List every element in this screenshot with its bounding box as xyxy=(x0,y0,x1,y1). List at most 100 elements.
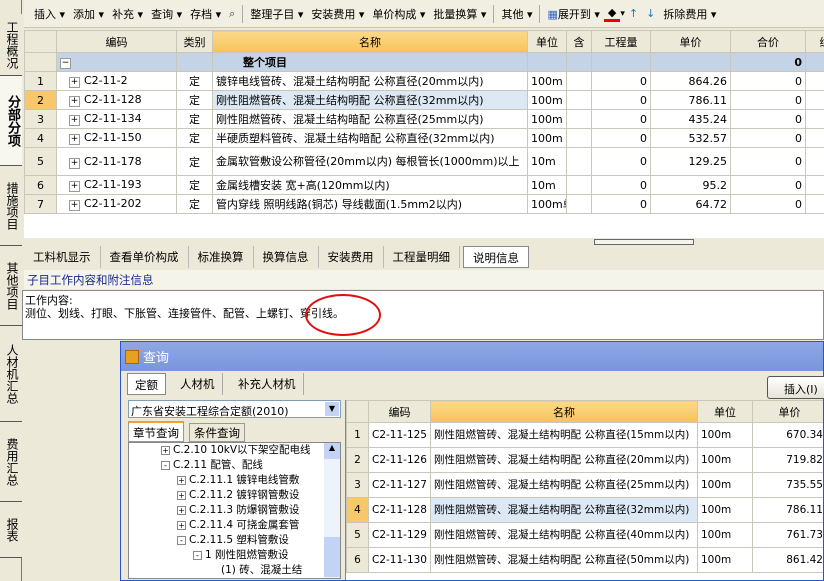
table-row[interactable]: 2 C2-11-126 刚性阻燃管砖、混凝土结构明配 公称直径(20mm以内) 100… xyxy=(346,447,823,473)
row-number[interactable]: 5 xyxy=(24,147,57,176)
expand-icon[interactable]: + xyxy=(177,506,186,515)
total-cell[interactable]: 0 xyxy=(730,147,806,176)
row-number[interactable]: 3 xyxy=(24,109,57,129)
expand-icon[interactable]: + xyxy=(69,157,80,169)
expand-icon[interactable]: + xyxy=(69,96,80,107)
expand-icon[interactable]: + xyxy=(69,181,80,192)
unit-cell[interactable]: 100m xyxy=(697,447,753,473)
price-cell[interactable]: 786.11 xyxy=(650,90,731,110)
code-cell[interactable]: C2-11-130 xyxy=(368,547,431,573)
name-cell[interactable]: 半硬质塑料管砖、混凝土结构暗配 公称直径(32mm以内) xyxy=(212,128,528,148)
scroll-thumb[interactable] xyxy=(594,239,694,245)
collapse-icon[interactable]: − xyxy=(60,58,71,69)
unit-cell[interactable]: 100m xyxy=(697,472,753,498)
insert-menu[interactable]: 插入 ▾ xyxy=(30,6,69,22)
extra-cell[interactable] xyxy=(805,147,824,176)
tree-node[interactable]: + C.2.10 10kV以下架空配电线 xyxy=(129,443,340,458)
row-number[interactable]: 2 xyxy=(346,447,369,473)
price-composition-menu[interactable]: 单价构成 ▾ xyxy=(368,6,429,22)
qty-cell[interactable]: 0 xyxy=(591,175,651,195)
total-cell[interactable]: 0 xyxy=(730,175,806,195)
type-cell[interactable]: 定 xyxy=(176,71,213,91)
contain-cell[interactable] xyxy=(566,71,592,91)
price-cell[interactable]: 786.11 xyxy=(752,497,823,523)
other-menu[interactable]: 其他 ▾ xyxy=(497,6,536,22)
dialog-titlebar[interactable]: 查询 xyxy=(121,342,823,371)
organize-menu[interactable]: 整理子目 ▾ xyxy=(246,6,307,22)
query-menu[interactable]: 查询 ▾ xyxy=(147,6,186,22)
library-select[interactable]: 广东省安装工程综合定额(2010) ▼ xyxy=(128,400,341,418)
extra-cell[interactable] xyxy=(805,71,824,91)
expand-icon[interactable]: + xyxy=(69,115,80,126)
unit-cell[interactable]: 100m xyxy=(527,109,567,129)
col-type[interactable]: 类别 xyxy=(176,30,213,53)
extra-cell[interactable] xyxy=(805,128,824,148)
type-cell[interactable]: 定 xyxy=(176,90,213,110)
price-cell[interactable]: 95.2 xyxy=(650,175,731,195)
tree-node[interactable]: - C.2.11.5 塑料管敷设 xyxy=(129,533,340,548)
tab-chapter-search[interactable]: 章节查询 xyxy=(128,421,184,442)
code-cell[interactable]: + C2-11-2 xyxy=(56,71,177,91)
add-menu[interactable]: 添加 ▾ xyxy=(69,6,108,22)
extra-cell[interactable] xyxy=(805,90,824,110)
name-cell[interactable]: 刚性阻燃管砖、混凝土结构明配 公称直径(25mm以内) xyxy=(430,472,698,498)
contain-cell[interactable] xyxy=(566,147,592,176)
detail-tab[interactable]: 安装费用 xyxy=(319,246,384,268)
total-cell[interactable]: 0 xyxy=(730,90,806,110)
contain-cell[interactable] xyxy=(566,109,592,129)
tab-quota[interactable]: 定额 xyxy=(127,373,166,395)
tree-node[interactable]: -1 刚性阻燃管敷设 xyxy=(129,548,340,563)
col-extra[interactable]: 综 xyxy=(805,30,824,53)
tab-condition-search[interactable]: 条件查询 xyxy=(189,423,245,442)
sidebar-tab-reports[interactable]: 报表 xyxy=(0,502,22,558)
tab-supplement-materials[interactable]: 补充人材机 xyxy=(231,373,304,395)
price-cell[interactable]: 435.24 xyxy=(650,109,731,129)
col-name[interactable]: 名称 xyxy=(430,400,698,423)
unit-cell[interactable]: 100m xyxy=(697,422,753,448)
name-cell[interactable]: 刚性阻燃管砖、混凝土结构明配 公称直径(50mm以内) xyxy=(430,547,698,573)
batch-convert-menu[interactable]: 批量换算 ▾ xyxy=(429,6,490,22)
code-cell[interactable]: + C2-11-193 xyxy=(56,175,177,195)
table-row[interactable]: 2 + C2-11-128 定刚性阻燃管砖、混凝土结构明配 公称直径(32mm以内) 1… xyxy=(24,90,824,110)
sidebar-tab-measures[interactable]: 措施项目 xyxy=(0,166,22,246)
collapse-cell[interactable]: − xyxy=(56,52,177,72)
price-cell[interactable]: 532.57 xyxy=(650,128,731,148)
type-cell[interactable]: 定 xyxy=(176,109,213,129)
row-number[interactable]: 4 xyxy=(24,128,57,148)
group-row[interactable]: − 整个项目 0 xyxy=(24,52,824,72)
tree-node[interactable]: - C.2.11 配管、配线 xyxy=(129,458,340,473)
v-scrollbar[interactable]: ▲ xyxy=(324,443,340,578)
qty-cell[interactable]: 0 xyxy=(591,194,651,214)
expand-icon[interactable]: + xyxy=(177,491,186,500)
code-cell[interactable]: C2-11-129 xyxy=(368,522,431,548)
arrow-down-icon[interactable]: ↓ xyxy=(642,7,659,20)
row-number[interactable]: 2 xyxy=(24,90,57,110)
expand-icon[interactable]: + xyxy=(177,521,186,530)
scroll-thumb[interactable] xyxy=(324,537,340,577)
sidebar-tab-other[interactable]: 其他项目 xyxy=(0,246,22,326)
total-cell[interactable]: 0 xyxy=(730,128,806,148)
table-row[interactable]: 7 + C2-11-202 定管内穿线 照明线路(铜芯) 导线截面(1.5mm2以内)… xyxy=(24,194,824,214)
col-qty[interactable]: 工程量 xyxy=(591,30,651,53)
detail-tab[interactable]: 工程量明细 xyxy=(384,246,460,268)
name-cell[interactable]: 管内穿线 照明线路(铜芯) 导线截面(1.5mm2以内) xyxy=(212,194,528,214)
table-row[interactable]: 1 + C2-11-2 定镀锌电线管砖、混凝土结构明配 公称直径(20mm以内) 100… xyxy=(24,71,824,91)
table-row[interactable]: 6 + C2-11-193 定金属线槽安装 宽+高(120mm以内) 10m 0 95.2 0 xyxy=(24,175,824,195)
unit-cell[interactable]: 100m xyxy=(527,128,567,148)
qty-cell[interactable]: 0 xyxy=(591,147,651,176)
h-scrollbar[interactable] xyxy=(24,238,824,246)
install-fee-menu[interactable]: 安装费用 ▾ xyxy=(307,6,368,22)
name-cell[interactable]: 刚性阻燃管砖、混凝土结构暗配 公称直径(25mm以内) xyxy=(212,109,528,129)
binoculars-icon[interactable]: ⌕ xyxy=(225,7,239,21)
price-cell[interactable]: 864.26 xyxy=(650,71,731,91)
name-cell[interactable]: 金属线槽安装 宽+高(120mm以内) xyxy=(212,175,528,195)
code-cell[interactable]: C2-11-127 xyxy=(368,472,431,498)
total-cell[interactable]: 0 xyxy=(730,71,806,91)
sidebar-tab-fees[interactable]: 费用汇总 xyxy=(0,422,22,502)
name-cell[interactable]: 刚性阻燃管砖、混凝土结构明配 公称直径(32mm以内) xyxy=(430,497,698,523)
name-cell[interactable]: 刚性阻燃管砖、混凝土结构明配 公称直径(32mm以内) xyxy=(212,90,528,110)
unit-cell[interactable]: 100m单 xyxy=(527,194,567,214)
qty-cell[interactable]: 0 xyxy=(591,128,651,148)
row-number[interactable]: 7 xyxy=(24,194,57,214)
row-number[interactable]: 6 xyxy=(24,175,57,195)
